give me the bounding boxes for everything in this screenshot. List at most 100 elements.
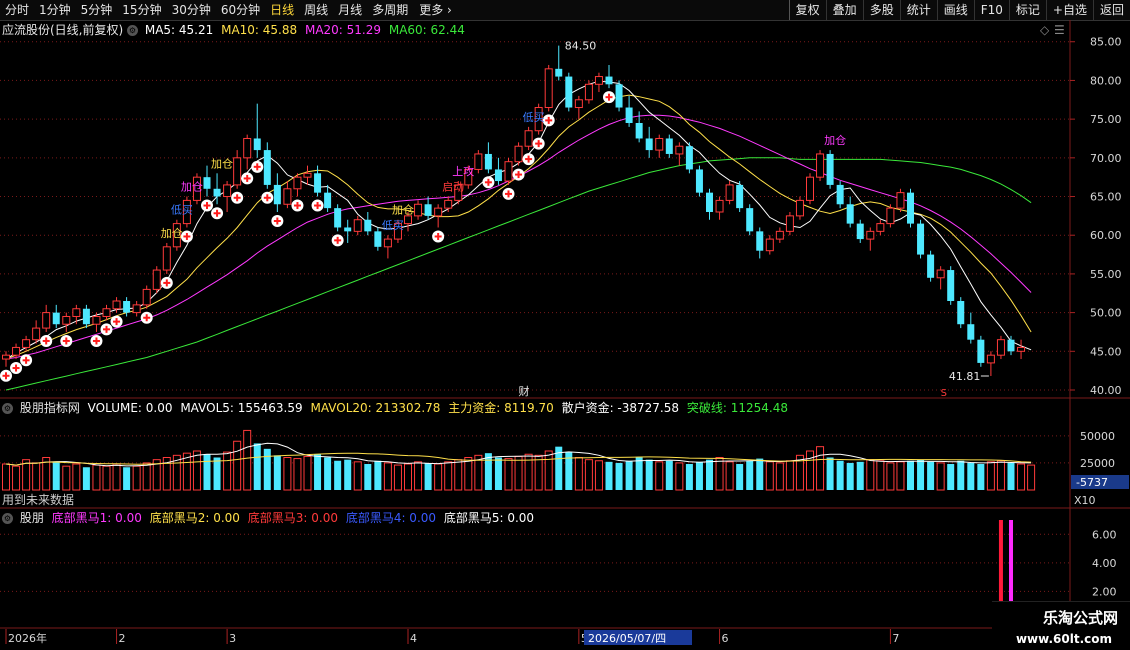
volume-bar [82, 467, 90, 490]
candle-body [977, 339, 985, 363]
candle-body [785, 215, 794, 232]
volume-bar [243, 429, 252, 491]
candle-body [836, 184, 844, 205]
volume-bar [645, 459, 653, 490]
candle-body [555, 68, 563, 77]
candle-body [584, 83, 593, 101]
volume-bar [695, 461, 703, 490]
toolbar-button-5[interactable]: F10 [973, 0, 1009, 20]
candle-body [665, 138, 673, 154]
toolbar-button-0[interactable]: 复权 [788, 0, 826, 20]
volume-bar [52, 461, 60, 490]
candle-body [695, 169, 703, 193]
date-tick-label: 2026年 [8, 631, 47, 645]
volume-bar [715, 457, 724, 491]
candle-body [625, 107, 633, 123]
tab-period-8[interactable]: 月线 [333, 0, 367, 20]
signal-label: 加仓 [392, 203, 414, 217]
candle-body [424, 204, 432, 216]
volume-bar [635, 457, 643, 490]
candle-body [746, 208, 754, 232]
chart-surface[interactable]: 85.00 80.00 75.00 70.00 65.00 60.00 55.00 50.00… [0, 20, 1130, 650]
volume-bar [62, 465, 71, 491]
tab-period-4[interactable]: 30分钟 [167, 0, 216, 20]
candle-body [936, 269, 945, 279]
tab-period-5[interactable]: 60分钟 [216, 0, 265, 20]
candle-body [524, 130, 533, 147]
candle-body [917, 223, 925, 255]
candle-body [996, 339, 1005, 356]
price-tick-label: 75.00 [1090, 113, 1122, 126]
signal-label: 低买 [382, 219, 404, 232]
candle-body [203, 177, 211, 189]
period-toolbar: 分时 1分钟 5分钟 15分钟 30分钟 60分钟 日线 周线 月线 多周期 更多 › 复权 叠加多… [0, 0, 1130, 21]
volume-bar [393, 464, 402, 491]
tab-period-9[interactable]: 多周期 [367, 0, 413, 20]
candle-body [112, 300, 121, 310]
volume-bar [364, 464, 372, 490]
toolbar-button-7[interactable]: +自选 [1045, 0, 1093, 20]
candle-body [2, 354, 10, 360]
toolbar-button-2[interactable]: 多股 [862, 0, 900, 20]
candle-body [32, 327, 41, 341]
price-tick-label: 45.00 [1090, 345, 1122, 358]
volume-bar [2, 463, 10, 491]
tab-period-3[interactable]: 15分钟 [117, 0, 166, 20]
candle-body [62, 315, 71, 325]
volume-bar [32, 462, 41, 491]
tab-period-6[interactable]: 日线 [265, 0, 299, 20]
candle-body [866, 230, 875, 240]
date-tick-label: 4 [410, 632, 417, 645]
volume-bar [142, 462, 151, 491]
candle-body [1017, 346, 1026, 352]
candle-body [123, 301, 131, 313]
candle-body [353, 219, 362, 232]
chevron-right-icon: › [447, 3, 452, 17]
candle-body [986, 354, 995, 364]
volume-bar [344, 459, 352, 490]
high-price-label: 84.50 [565, 40, 597, 53]
toolbar-button-3[interactable]: 统计 [899, 0, 937, 20]
candle-body [605, 76, 613, 85]
ma5-line [5, 80, 1032, 360]
candle-body [826, 153, 834, 185]
volume-bar [92, 464, 101, 491]
candle-body [846, 204, 854, 224]
toolbar-button-6[interactable]: 标记 [1008, 0, 1046, 20]
candle-body [514, 145, 523, 163]
tab-period-0[interactable]: 分时 [0, 0, 34, 20]
volume-tick-label: 50000 [1080, 430, 1115, 443]
tab-period-1[interactable]: 1分钟 [34, 0, 76, 20]
candle-body [494, 169, 502, 182]
volume-bar [324, 457, 332, 490]
tab-period-7[interactable]: 周线 [299, 0, 333, 20]
candle-body [685, 146, 693, 170]
candle-body [72, 308, 81, 317]
volume-bar [856, 461, 864, 490]
volume-bar [605, 461, 613, 490]
volume-bar [72, 463, 81, 491]
volume-bar [414, 461, 423, 491]
toolbar-button-1[interactable]: 叠加 [825, 0, 863, 20]
toolbar-button-8[interactable]: 返回 [1092, 0, 1130, 20]
tab-period-2[interactable]: 5分钟 [76, 0, 118, 20]
more-menu-button[interactable]: 更多 › [413, 0, 458, 20]
volume-bar [123, 467, 131, 490]
volume-bar [293, 458, 302, 491]
toolbar-button-4[interactable]: 画线 [936, 0, 974, 20]
volume-bar [132, 465, 141, 491]
candle-body [162, 246, 171, 271]
volume-bar [484, 453, 492, 490]
volume-bar [685, 464, 693, 490]
signal-label: 加仓 [824, 133, 846, 147]
candle-body [142, 288, 151, 306]
volume-bar [826, 457, 834, 490]
signal-label: 上攻 [452, 164, 474, 178]
volume-bar [876, 460, 885, 491]
volume-bar [192, 450, 201, 491]
volume-bar [806, 450, 814, 491]
right-toolbar: 复权 叠加 多股 统计 画线 F10 标记 +自选 返回 [788, 0, 1130, 20]
volume-bar [424, 462, 432, 490]
candle-body [303, 172, 312, 178]
volume-bar [1017, 463, 1026, 491]
